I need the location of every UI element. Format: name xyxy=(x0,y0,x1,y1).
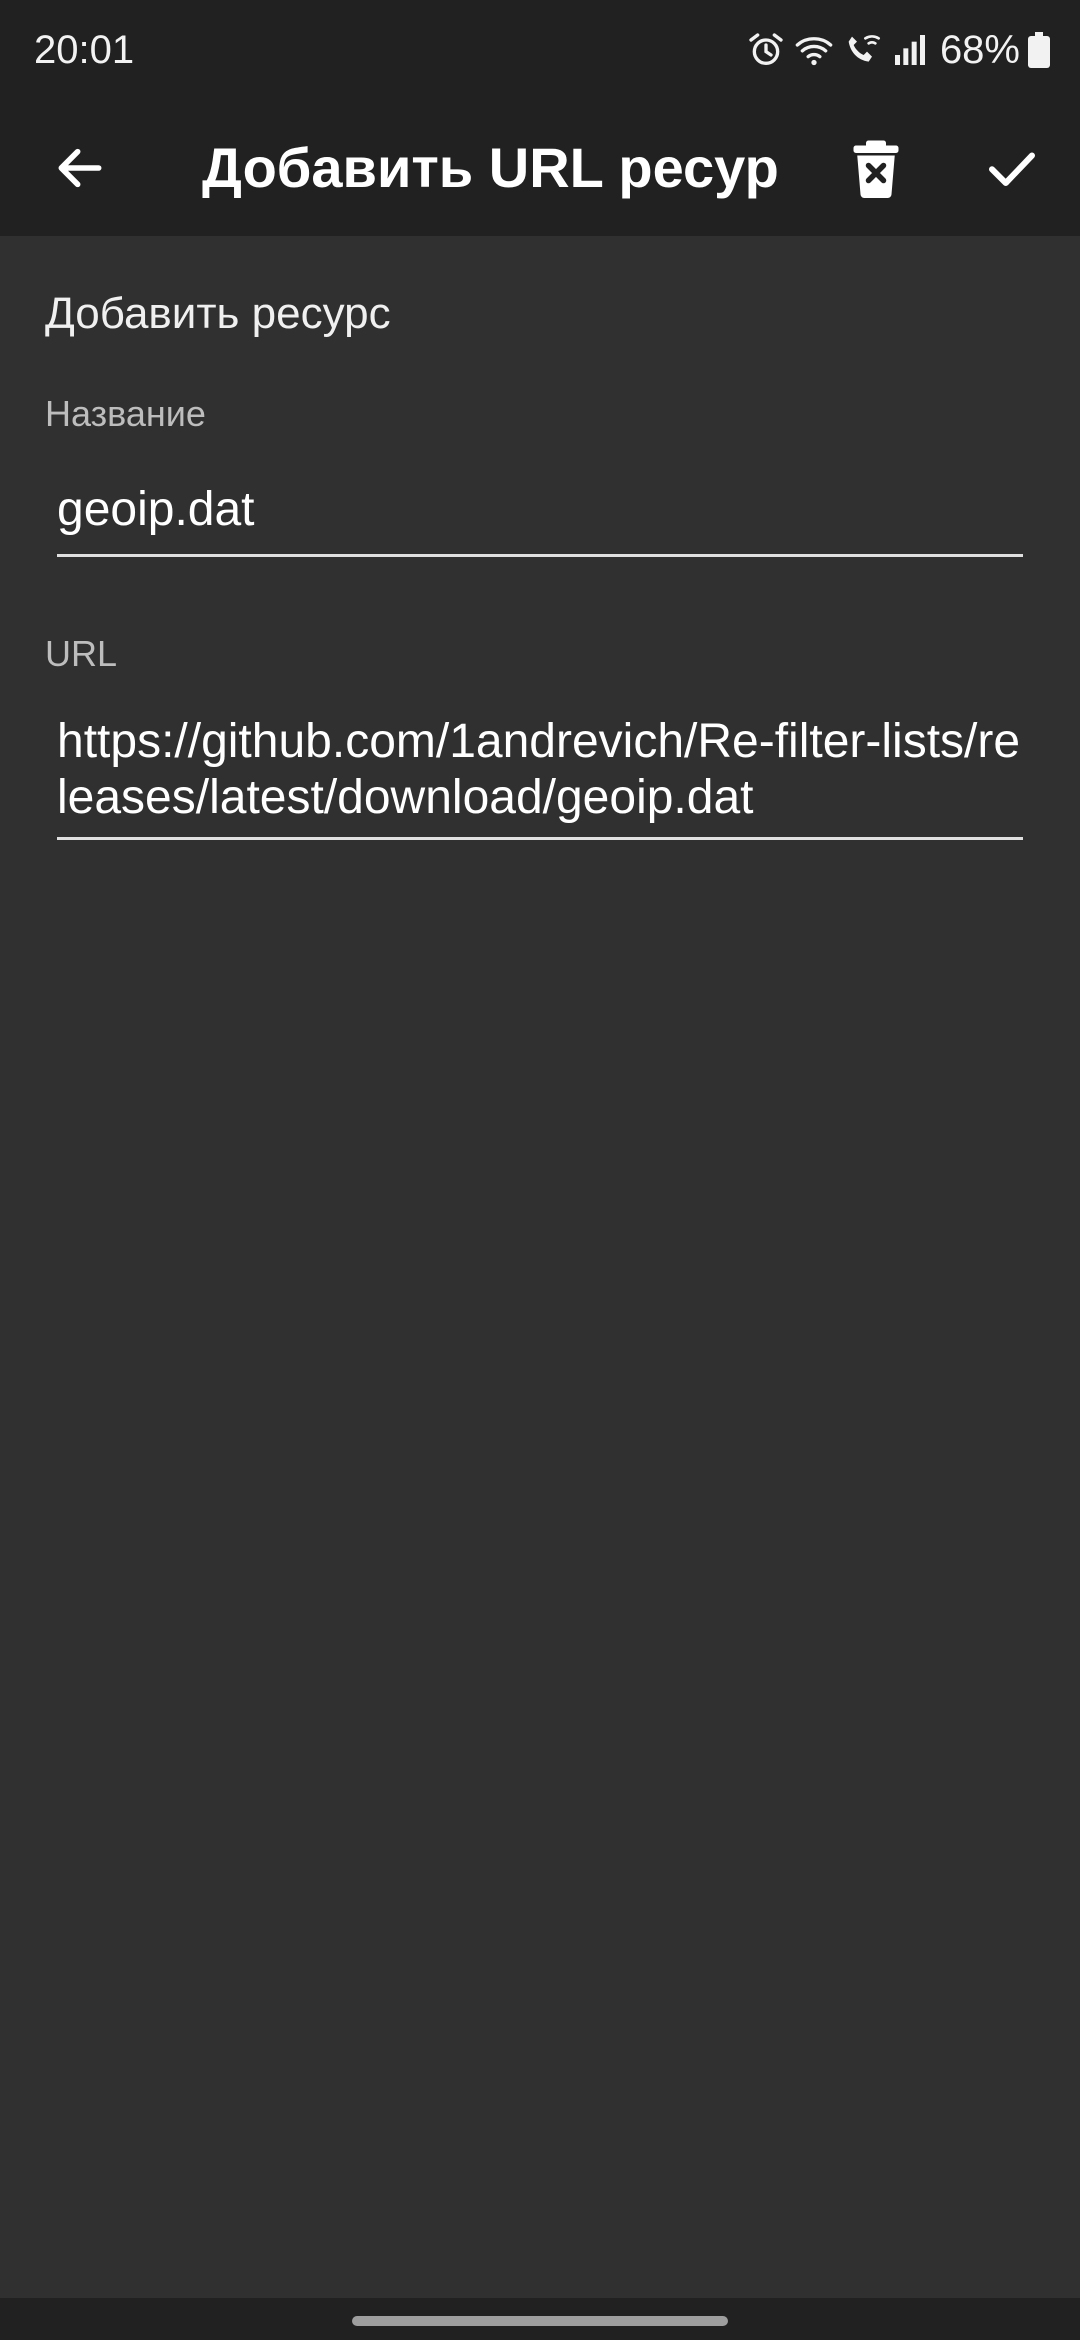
delete-icon xyxy=(853,140,899,198)
url-input[interactable]: https://github.com/1andrevich/Re-filter-… xyxy=(57,714,1023,826)
home-gesture-handle[interactable] xyxy=(352,2316,728,2326)
status-icons: 68% xyxy=(746,26,1050,74)
signal-icon xyxy=(894,35,925,65)
battery-percentage: 68% xyxy=(939,28,1020,72)
wifi-calling-icon xyxy=(848,35,880,62)
delete-button[interactable] xyxy=(836,128,916,208)
name-input[interactable]: geoip.dat xyxy=(57,482,1023,538)
save-button[interactable] xyxy=(972,128,1052,208)
url-field-label: URL xyxy=(45,633,118,674)
url-input-underline xyxy=(57,837,1023,840)
back-button[interactable] xyxy=(40,128,120,208)
wifi-icon xyxy=(795,37,833,66)
app-bar: Добавить URL ресур... xyxy=(0,100,1080,236)
navigation-bar xyxy=(0,2298,1080,2340)
status-time: 20:01 xyxy=(34,28,135,72)
section-title: Добавить ресурс xyxy=(45,289,391,338)
back-arrow-icon xyxy=(58,148,102,188)
name-input-underline xyxy=(57,554,1023,557)
page-title: Добавить URL ресур... xyxy=(202,136,782,199)
name-field-label: Название xyxy=(45,393,206,434)
battery-icon xyxy=(1028,32,1050,68)
alarm-icon xyxy=(749,33,783,65)
check-icon xyxy=(989,152,1035,186)
status-bar: 20:01 68% xyxy=(0,0,1080,100)
